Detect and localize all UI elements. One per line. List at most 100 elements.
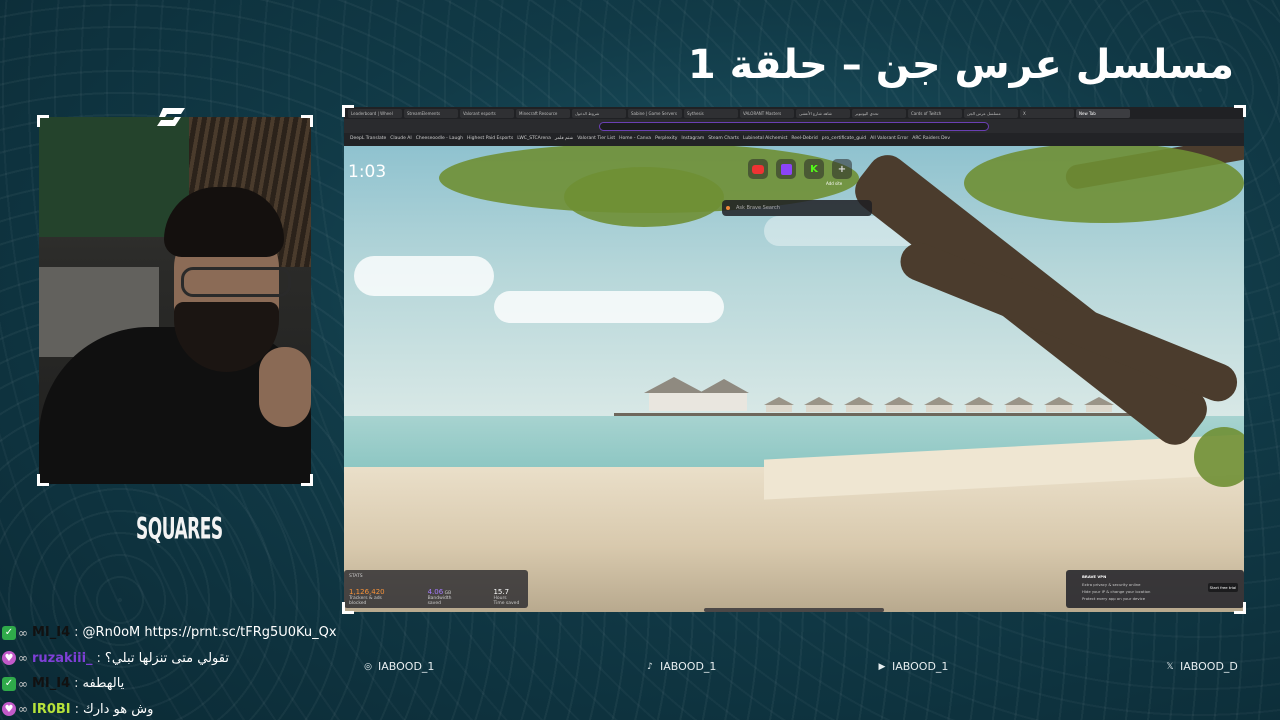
- youtube-shortcut-icon[interactable]: [748, 159, 768, 179]
- browser-tab[interactable]: Sabine | Game Servers: [628, 109, 682, 118]
- bookmark[interactable]: Highest Paid Esports: [467, 136, 513, 143]
- chat-overlay: ✓ ∞ MI_I4 : @Rn0oM https://prnt.sc/tFRg5…: [2, 620, 362, 720]
- trackers-label: Trackers & ads blocked: [349, 596, 382, 606]
- instagram-icon: ◎: [364, 661, 372, 672]
- twitch-shortcut-icon[interactable]: [776, 159, 796, 179]
- chat-message: ♥ ∞ ruzakiii_ : تقولي متى تنزلها تبلي؟: [2, 646, 362, 672]
- infinity-badge-icon: ∞: [18, 651, 28, 666]
- tree-leaves: [964, 143, 1244, 223]
- top-sites: K +: [748, 159, 852, 179]
- add-site-label: Add site: [826, 181, 843, 186]
- time-count: 15.7: [493, 588, 510, 596]
- corner-bracket: [1234, 602, 1246, 614]
- browser-tab[interactable]: مسلسل عرس الجن: [964, 109, 1018, 118]
- social-handle: IABOOD_D: [1180, 660, 1238, 673]
- browser-tab-active[interactable]: New Tab: [1076, 109, 1130, 118]
- bookmarks-bar: DeepL Translate Claude AI Cheeseoodle - …: [344, 133, 1244, 146]
- bookmark[interactable]: Reel-Debrid: [791, 136, 817, 143]
- browser-tab[interactable]: شاهد شارع الأعشى: [796, 109, 850, 118]
- browser-tab[interactable]: تحدي اليوتيوبر: [852, 109, 906, 118]
- glasses: [181, 267, 291, 297]
- webcam-feed: [39, 117, 311, 484]
- infinity-badge-icon: ∞: [18, 625, 28, 640]
- corner-bracket: [342, 602, 354, 614]
- bookmark[interactable]: Cheeseoodle - Laugh: [416, 136, 463, 143]
- bookmark[interactable]: Claude AI: [390, 136, 411, 143]
- squares-logo: SQUARES: [136, 513, 223, 547]
- chat-username: MI_I4: [32, 676, 71, 692]
- trackers-count: 1,126,420: [349, 588, 385, 596]
- social-instagram: ◎ IABOOD_1: [363, 660, 434, 673]
- bookmark[interactable]: DeepL Translate: [350, 136, 386, 143]
- bandwidth-label: Bandwidth saved: [427, 596, 452, 606]
- bookmark[interactable]: Perplexity: [655, 136, 677, 143]
- bookmark[interactable]: Valorant Tier List: [577, 136, 615, 143]
- social-youtube: ▶ IABOOD_1: [877, 660, 949, 673]
- corner-bracket: [37, 115, 49, 127]
- chat-text: وش هو دارك: [83, 701, 154, 717]
- chat-username: MI_I4: [32, 625, 71, 641]
- x-icon: 𝕏: [1166, 661, 1174, 672]
- social-handle: IABOOD_1: [892, 660, 949, 673]
- browser-tab[interactable]: X: [1020, 109, 1074, 118]
- screen-capture-frame: Leaderboard | Wheel StreamElements Valor…: [342, 105, 1246, 614]
- browser-window: Leaderboard | Wheel StreamElements Valor…: [344, 107, 1244, 612]
- vpn-title: BRAVE VPN: [1082, 574, 1107, 579]
- bookmark[interactable]: LWC_STCArena: [517, 136, 551, 143]
- bookmark[interactable]: All Valorant Error: [870, 136, 908, 143]
- social-handle: IABOOD_1: [378, 660, 435, 673]
- bandwidth-count: 4.06: [427, 588, 444, 596]
- add-site-icon[interactable]: +: [832, 159, 852, 179]
- browser-tab[interactable]: StreamElements: [404, 109, 458, 118]
- corner-bracket: [1234, 105, 1246, 117]
- browser-tab-bar: Leaderboard | Wheel StreamElements Valor…: [344, 107, 1244, 119]
- heart-badge-icon: ♥: [2, 651, 16, 666]
- chat-username: ruzakiii_: [32, 650, 93, 666]
- flag: [39, 117, 189, 237]
- time-label: Time saved: [493, 601, 520, 606]
- vpn-line: Protect every app on your device: [1082, 596, 1146, 601]
- taskbar: [704, 608, 884, 612]
- bookmark[interactable]: Home - Canva: [619, 136, 651, 143]
- check-badge-icon: ✓: [2, 625, 16, 640]
- newtab-clock: 1:03: [348, 162, 387, 182]
- browser-tab[interactable]: Valorant esports: [460, 109, 514, 118]
- brave-search-input[interactable]: Ask Brave Search: [722, 200, 872, 216]
- corner-bracket: [301, 474, 313, 486]
- chat-message: ✓ ∞ MI_I4 : @Rn0oM https://prnt.sc/tFRg5…: [2, 620, 362, 646]
- corner-bracket: [342, 105, 354, 117]
- browser-tab[interactable]: Sythesis: [684, 109, 738, 118]
- chat-message: ♥ ∞ IR0BI : وش هو دارك: [2, 697, 362, 720]
- stats-label: STATS: [349, 574, 363, 579]
- bookmark[interactable]: Lubinetal Alchemist: [743, 136, 787, 143]
- corner-bracket: [37, 474, 49, 486]
- bookmark[interactable]: pro_certificate_guid: [822, 136, 866, 143]
- chat-text: @Rn0oM https://prnt.sc/tFRg5U0Ku_Qx: [82, 625, 337, 641]
- browser-tab[interactable]: Cards of Twitch: [908, 109, 962, 118]
- bookmark[interactable]: Steam Charts: [708, 136, 739, 143]
- browser-tab[interactable]: VALORANT Masters: [740, 109, 794, 118]
- heart-badge-icon: ♥: [2, 702, 16, 717]
- bookmark[interactable]: Instagram: [681, 136, 704, 143]
- kick-shortcut-icon[interactable]: K: [804, 159, 824, 179]
- bookmark[interactable]: ARC Raiders Dev: [912, 136, 950, 143]
- hand: [259, 347, 311, 427]
- vpn-trial-button[interactable]: Start free trial: [1208, 583, 1238, 592]
- bookmark[interactable]: شتم فلمز: [555, 136, 573, 143]
- brand-s-icon: [157, 108, 185, 126]
- browser-tab[interactable]: Leaderboard | Wheel: [348, 109, 402, 118]
- corner-bracket: [301, 115, 313, 127]
- chat-message: ✓ ∞ MI_I4 : يالهطفه: [2, 671, 362, 697]
- social-x: 𝕏 IABOOD_D: [1165, 660, 1238, 673]
- infinity-badge-icon: ∞: [18, 702, 28, 717]
- chat-text: تقولي متى تنزلها تبلي؟: [104, 650, 229, 666]
- youtube-icon: ▶: [878, 661, 886, 672]
- browser-tab[interactable]: Minecraft Resource: [516, 109, 570, 118]
- tiktok-icon: ♪: [647, 661, 653, 672]
- tree-leaves: [564, 167, 724, 227]
- browser-tab[interactable]: شروط الدخول: [572, 109, 626, 118]
- stream-title: مسلسل عرس جن – حلقة 1: [687, 42, 1234, 88]
- address-bar[interactable]: [599, 122, 989, 131]
- cloud: [354, 256, 494, 296]
- cloud: [494, 291, 724, 323]
